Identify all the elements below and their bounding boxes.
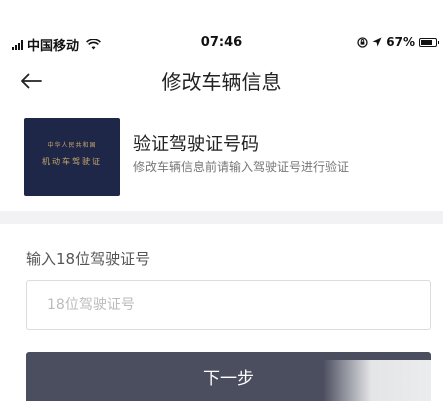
verify-description: 修改车辆信息前请输入驾驶证号进行验证 [133, 160, 350, 174]
location-icon [372, 37, 382, 47]
license-number-input[interactable] [27, 281, 430, 329]
license-country-text: 中华人民共和国 [47, 142, 97, 149]
license-type-text: 机动车驾驶证 [42, 157, 102, 166]
battery-icon [419, 37, 439, 47]
page-title: 修改车辆信息 [161, 70, 282, 94]
battery-percent: 67% [386, 35, 415, 49]
status-right: 67% [357, 35, 439, 49]
license-number-label: 输入18位驾驶证号 [26, 250, 151, 268]
nav-bar: 修改车辆信息 [0, 60, 443, 100]
status-bar: 中国移动 07:46 67% [0, 0, 443, 54]
license-number-field [26, 280, 431, 330]
verify-section: 中华人民共和国 机动车驾驶证 验证驾驶证号码 修改车辆信息前请输入驾驶证号进行验… [0, 118, 443, 200]
section-divider [0, 211, 443, 224]
driver-license-image: 中华人民共和国 机动车驾驶证 [24, 118, 120, 196]
verify-title: 验证驾驶证号码 [133, 134, 259, 155]
lock-rotation-icon [357, 36, 368, 48]
watermark-overlay [323, 360, 443, 401]
next-step-label: 下一步 [203, 369, 254, 389]
